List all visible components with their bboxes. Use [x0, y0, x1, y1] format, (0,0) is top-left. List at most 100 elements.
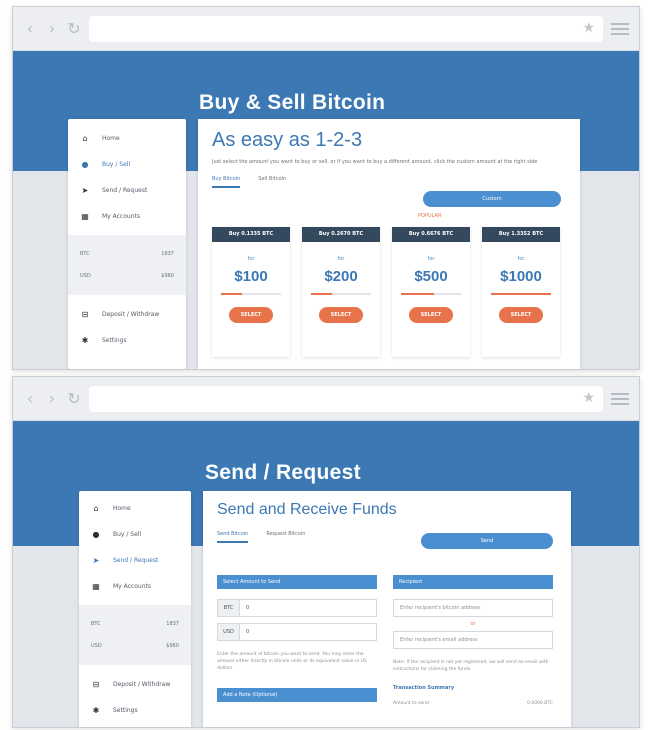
sidebar-item-label: Settings	[102, 336, 127, 344]
sidebar-item-buy-sell[interactable]: ● Buy / Sell	[68, 151, 186, 177]
sidebar-item-my-accounts[interactable]: ▦ My Accounts	[68, 203, 186, 229]
tab-request-bitcoin[interactable]: Request Bitcoin	[266, 531, 305, 543]
custom-amount-button[interactable]: Custom	[423, 191, 561, 207]
sidebar-item-send-request[interactable]: ➤ Send / Request	[79, 547, 191, 573]
plan-progress-bar	[491, 293, 551, 295]
select-button[interactable]: SELECT	[409, 307, 453, 323]
send-icon: ➤	[92, 555, 100, 565]
select-button[interactable]: SELECT	[229, 307, 273, 323]
recipient-section: Recipient Enter recipient's bitcoin addr…	[393, 575, 553, 706]
address-bar[interactable]: ★	[89, 15, 603, 42]
recipient-address-input[interactable]: Enter recipient's bitcoin address	[393, 599, 553, 617]
sidebar-item-send-request[interactable]: ➤ Send / Request	[68, 177, 186, 203]
balance-value: 1837	[166, 621, 179, 627]
select-button[interactable]: SELECT	[499, 307, 543, 323]
sidebar-item-label: Send / Request	[102, 186, 148, 194]
tab-bar: Buy Bitcoin Sell Bitcoin	[212, 176, 566, 188]
forward-icon[interactable]: ›	[45, 389, 59, 408]
sidebar-item-label: Buy / Sell	[102, 160, 131, 168]
sidebar-item-label: Send / Request	[113, 556, 159, 564]
btc-amount-field[interactable]: BTC 0	[217, 599, 377, 617]
bookmark-star-icon[interactable]: ★	[582, 20, 595, 36]
balance-value: $960	[161, 273, 174, 279]
balance-row: BTC 1837	[91, 613, 179, 635]
reload-icon[interactable]: ↻	[67, 389, 81, 408]
sidebar-item-settings[interactable]: ✱ Settings	[79, 697, 191, 723]
balance-label: BTC	[91, 621, 101, 627]
browser-window-buy-sell: ‹ › ↻ ★ Buy & Sell Bitcoin ⌂ Home ● Buy …	[12, 6, 640, 370]
tab-sell-bitcoin[interactable]: Sell Bitcoin	[258, 176, 286, 188]
sidebar-item-my-accounts[interactable]: ▦ My Accounts	[79, 573, 191, 599]
address-bar[interactable]: ★	[89, 385, 603, 412]
summary-row: Amount to send 0.0000 BTC	[393, 701, 553, 706]
bookmark-star-icon[interactable]: ★	[582, 390, 595, 406]
browser-toolbar: ‹ › ↻ ★	[13, 7, 639, 51]
amount-value: 0	[246, 629, 250, 635]
forward-icon[interactable]: ›	[45, 19, 59, 38]
plan-for-label: for	[427, 256, 435, 262]
balances-panel: BTC 1837 USD $960	[68, 235, 186, 295]
plan-progress-bar	[401, 293, 461, 295]
reload-icon[interactable]: ↻	[67, 19, 81, 38]
plan-heading: Buy 1.3352 BTC	[482, 227, 560, 242]
browser-menu-icon[interactable]	[611, 392, 629, 405]
tab-buy-bitcoin[interactable]: Buy Bitcoin	[212, 176, 241, 188]
sidebar-item-home[interactable]: ⌂ Home	[79, 495, 191, 521]
balance-value: $960	[166, 643, 179, 649]
popular-badge: POPULAR	[418, 213, 442, 219]
or-separator: or	[470, 621, 476, 627]
balance-row: USD $960	[91, 635, 179, 657]
back-icon[interactable]: ‹	[23, 389, 37, 408]
sidebar-item-label: Home	[113, 504, 131, 512]
add-note-header[interactable]: Add a Note (Optional)	[217, 688, 377, 702]
balance-row: BTC 1837	[80, 243, 174, 265]
recipient-email-input[interactable]: Enter recipient's email address	[393, 631, 553, 649]
sidebar-item-deposit-withdraw[interactable]: ⊟ Deposit / Withdraw	[68, 301, 186, 327]
currency-label: USD	[218, 624, 240, 640]
page-viewport: Send / Request ⌂ Home ● Buy / Sell ➤ Sen…	[13, 421, 639, 727]
summary-title: Transaction Summary	[393, 685, 455, 691]
sidebar-item-label: Deposit / Withdraw	[113, 680, 171, 688]
plan-for-label: for	[247, 256, 255, 262]
bitcoin-icon: ●	[92, 529, 100, 539]
page-title: Buy & Sell Bitcoin	[199, 91, 386, 114]
plan-card-1000: Buy 1.3352 BTC for $1000 SELECT	[482, 227, 560, 357]
accounts-icon: ▦	[92, 581, 100, 591]
sidebar-item-label: Home	[102, 134, 120, 142]
sidebar-item-buy-sell[interactable]: ● Buy / Sell	[79, 521, 191, 547]
sidebar-item-home[interactable]: ⌂ Home	[68, 125, 186, 151]
plan-card-200: Buy 0.2670 BTC for $200 SELECT	[302, 227, 380, 357]
settings-icon: ✱	[81, 335, 89, 345]
plan-progress-bar	[221, 293, 281, 295]
sidebar: ⌂ Home ● Buy / Sell ➤ Send / Request ▦ M…	[68, 119, 186, 369]
balance-label: USD	[91, 643, 102, 649]
plan-price: $100	[234, 268, 268, 285]
plan-heading: Buy 0.2670 BTC	[302, 227, 380, 242]
browser-menu-icon[interactable]	[611, 22, 629, 35]
deposit-icon: ⊟	[92, 679, 100, 689]
plan-heading: Buy 0.1335 BTC	[212, 227, 290, 242]
settings-icon: ✱	[92, 705, 100, 715]
back-icon[interactable]: ‹	[23, 19, 37, 38]
select-button[interactable]: SELECT	[319, 307, 363, 323]
tab-send-bitcoin[interactable]: Send Bitcoin	[217, 531, 249, 543]
usd-amount-field[interactable]: USD 0	[217, 623, 377, 641]
summary-value: 0.0000 BTC	[527, 701, 553, 706]
page: ‹ › ↻ ★ Buy & Sell Bitcoin ⌂ Home ● Buy …	[0, 0, 655, 730]
sidebar-item-deposit-withdraw[interactable]: ⊟ Deposit / Withdraw	[79, 671, 191, 697]
amount-value: 0	[246, 605, 250, 611]
bitcoin-icon: ●	[81, 159, 89, 169]
amount-section: Select Amount to Send BTC 0 USD 0 Enter …	[217, 575, 377, 702]
accounts-icon: ▦	[81, 211, 89, 221]
plan-progress-bar	[311, 293, 371, 295]
sidebar-item-settings[interactable]: ✱ Settings	[68, 327, 186, 353]
plan-card-100: Buy 0.1335 BTC for $100 SELECT	[212, 227, 290, 357]
browser-toolbar: ‹ › ↻ ★	[13, 377, 639, 421]
send-button[interactable]: Send	[421, 533, 553, 549]
plan-price: $1000	[500, 268, 542, 285]
plan-price: $200	[324, 268, 358, 285]
deposit-icon: ⊟	[81, 309, 89, 319]
balance-row: USD $960	[80, 265, 174, 287]
browser-window-send-request: ‹ › ↻ ★ Send / Request ⌂ Home ● Buy / Se…	[12, 376, 640, 728]
balance-label: USD	[80, 273, 91, 279]
